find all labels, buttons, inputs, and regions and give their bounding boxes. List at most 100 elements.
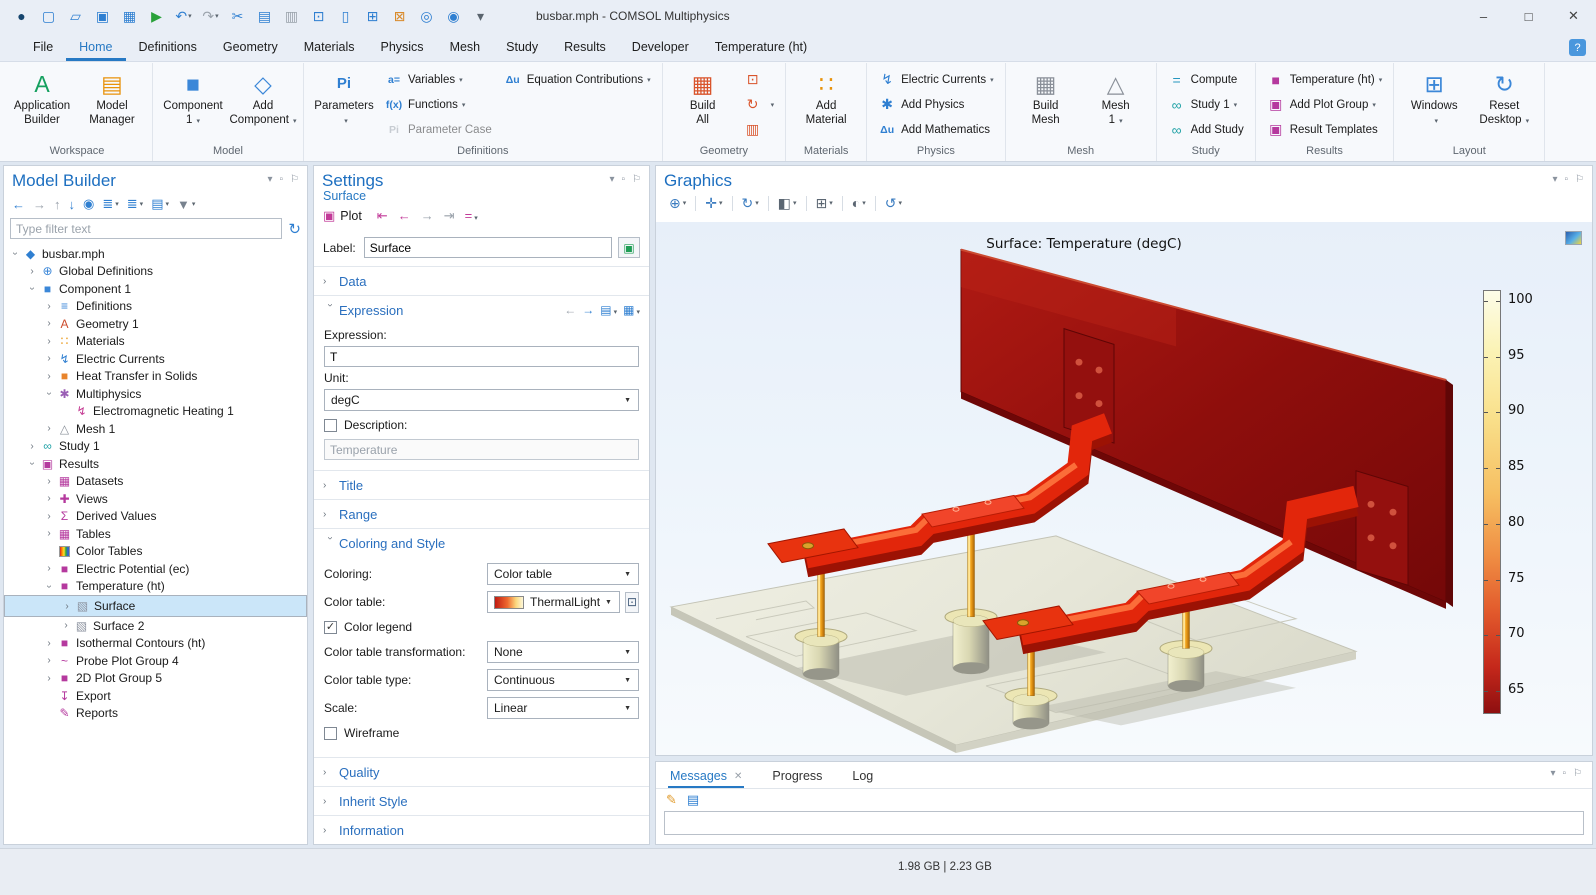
tree-item-surface-2[interactable]: ›▧Surface 2 — [4, 617, 307, 635]
tree-item-color-tables[interactable]: Color Tables — [4, 543, 307, 561]
tree-item-definitions[interactable]: ›≡Definitions — [4, 298, 307, 316]
add-study-button[interactable]: ∞Add Study — [1162, 117, 1250, 142]
menu-tab-mesh[interactable]: Mesh — [437, 38, 494, 61]
tree-expand-icon[interactable]: › — [25, 266, 39, 277]
add-component-button[interactable]: ◇AddComponent▾ — [228, 63, 298, 128]
back-icon[interactable]: ← — [8, 194, 29, 214]
tree-expand-icon[interactable]: › — [42, 371, 56, 382]
tree-expand-icon[interactable]: › — [42, 493, 56, 504]
section-quality-header[interactable]: › Quality — [314, 758, 649, 786]
tree-collapse-icon[interactable]: › — [10, 247, 21, 261]
run-icon[interactable]: ▶ — [143, 3, 170, 29]
tree-expand-icon[interactable]: › — [42, 528, 56, 539]
plot-previous-icon[interactable]: ← — [393, 208, 416, 224]
variables-button[interactable]: a=Variables▾ — [379, 67, 498, 92]
find-icon[interactable]: ◉ — [440, 3, 467, 29]
messages-tab-progress[interactable]: Progress — [770, 769, 824, 788]
app-logo-icon[interactable]: ● — [8, 3, 35, 29]
close-button[interactable]: ✕ — [1551, 0, 1596, 32]
model-manager-button[interactable]: ▤ModelManager — [77, 63, 147, 127]
section-inherit-style-header[interactable]: › Inherit Style — [314, 787, 649, 815]
tree-collapse-icon[interactable]: › — [44, 579, 55, 593]
color-table-select[interactable]: ThermalLight ▼ — [487, 591, 620, 613]
tree-item-busbar-mph[interactable]: ›◆busbar.mph — [4, 245, 307, 263]
tree-item-temperature-ht[interactable]: ›■Temperature (ht) — [4, 578, 307, 596]
messages-tab-log[interactable]: Log — [850, 769, 875, 788]
menu-tab-home[interactable]: Home — [66, 38, 125, 61]
plot-button[interactable]: Plot — [340, 209, 362, 223]
study-1-button[interactable]: ∞Study 1▾ — [1162, 92, 1250, 117]
insert-sequence-button[interactable]: ⊡ — [738, 67, 781, 92]
move-up-icon[interactable]: ↑ — [50, 194, 65, 214]
tree-item-materials[interactable]: ›∷Materials — [4, 333, 307, 351]
tree-item-derived-values[interactable]: ›ΣDerived Values — [4, 508, 307, 526]
tree-expand-icon[interactable]: › — [42, 336, 56, 347]
tree-expand-icon[interactable]: › — [42, 673, 56, 684]
tree-expand-icon[interactable]: › — [42, 423, 56, 434]
menu-tab-materials[interactable]: Materials — [291, 38, 368, 61]
coloring-select[interactable]: Color table ▼ — [487, 563, 639, 585]
tree-item-electromagnetic-heating-1[interactable]: ↯Electromagnetic Heating 1 — [4, 403, 307, 421]
expression-input[interactable] — [324, 346, 639, 367]
panel-pin-icon[interactable]: ⚐ — [632, 174, 641, 185]
plot-next-icon[interactable]: → — [416, 208, 439, 224]
section-information-header[interactable]: › Information — [314, 816, 649, 844]
section-range-header[interactable]: › Range — [314, 500, 649, 528]
compute-button[interactable]: =Compute — [1162, 67, 1250, 92]
close-tab-icon[interactable]: ✕ — [734, 771, 742, 782]
tree-item-datasets[interactable]: ›▦Datasets — [4, 473, 307, 491]
description-input[interactable] — [324, 439, 639, 460]
clear-messages-icon[interactable]: ✎ — [666, 792, 677, 808]
tree-item-mesh-1[interactable]: ›△Mesh 1 — [4, 420, 307, 438]
panel-pin-icon[interactable]: ⚐ — [1575, 174, 1584, 185]
tree-item-export[interactable]: ↧Export — [4, 687, 307, 705]
scene-light-icon[interactable]: ◧▾ — [773, 195, 802, 212]
build-mesh-button[interactable]: ▦BuildMesh — [1011, 63, 1081, 127]
tree-expand-icon[interactable]: › — [42, 476, 56, 487]
model-tree-options-icon[interactable]: ▤▾ — [147, 194, 173, 214]
transformation-select[interactable]: None ▼ — [487, 641, 639, 663]
windows-button[interactable]: ⊞Windows▾ — [1399, 63, 1469, 128]
tree-item-surface[interactable]: ›▧Surface — [4, 595, 307, 617]
go-to-view-icon[interactable]: ✛▾ — [700, 195, 727, 212]
expr-previous-icon[interactable]: ← — [564, 303, 576, 317]
open-file-icon[interactable]: ▱ — [62, 3, 89, 29]
minimize-button[interactable]: – — [1461, 0, 1506, 32]
add-plot-group-button[interactable]: ▣Add Plot Group▾ — [1261, 92, 1389, 117]
forward-icon[interactable]: → — [29, 194, 50, 214]
plot-last-icon[interactable]: ⇥ — [439, 208, 460, 224]
panel-pin-icon[interactable]: ⚐ — [1573, 768, 1582, 779]
busbar-3d-model[interactable] — [656, 222, 1592, 755]
plot-first-icon[interactable]: ⇤ — [372, 208, 393, 224]
delete-icon[interactable]: ▯ — [332, 3, 359, 29]
go-to-source-icon[interactable]: ▣ — [618, 237, 640, 258]
menu-tab-file[interactable]: File — [20, 38, 66, 61]
reset-desktop-button[interactable]: ↻ResetDesktop▾ — [1469, 63, 1539, 128]
tree-filter-input[interactable] — [10, 218, 282, 239]
plot-compare-icon[interactable]: =▾ — [460, 208, 483, 224]
undo-icon[interactable]: ↶▾ — [170, 3, 197, 29]
tree-item-electric-currents[interactable]: ›↯Electric Currents — [4, 350, 307, 368]
result-templates-button[interactable]: ▣Result Templates — [1261, 117, 1389, 142]
tree-item-multiphysics[interactable]: ›✱Multiphysics — [4, 385, 307, 403]
menu-tab-definitions[interactable]: Definitions — [126, 38, 210, 61]
tree-expand-icon[interactable]: › — [60, 601, 74, 612]
zoom-extents-icon[interactable]: ⊕▾ — [664, 195, 691, 212]
tree-expand-icon[interactable]: › — [42, 301, 56, 312]
expr-next-icon[interactable]: → — [582, 303, 594, 317]
tree-expand-icon[interactable]: › — [42, 353, 56, 364]
tree-expand-icon[interactable]: › — [42, 655, 56, 666]
menu-tab-temperature-ht[interactable]: Temperature (ht) — [702, 38, 820, 61]
color-table-browse-icon[interactable]: ⊡ — [625, 592, 639, 613]
section-title-header[interactable]: › Title — [314, 471, 649, 499]
update-plot-icon[interactable]: ↺▾ — [880, 195, 907, 212]
messages-output[interactable] — [664, 811, 1584, 835]
temperature-ht-button[interactable]: ■Temperature (ht)▾ — [1261, 67, 1389, 92]
section-data-header[interactable]: › Data — [314, 267, 649, 295]
section-coloring-header[interactable]: › Coloring and Style — [314, 529, 649, 557]
add-mathematics-button[interactable]: ΔuAdd Mathematics — [872, 117, 1000, 142]
tree-item-tables[interactable]: ›▦Tables — [4, 525, 307, 543]
build-all-button[interactable]: ▦BuildAll — [668, 63, 738, 127]
messages-tab-messages[interactable]: Messages✕ — [668, 769, 744, 788]
panel-float-icon[interactable]: ▫ — [621, 174, 625, 185]
